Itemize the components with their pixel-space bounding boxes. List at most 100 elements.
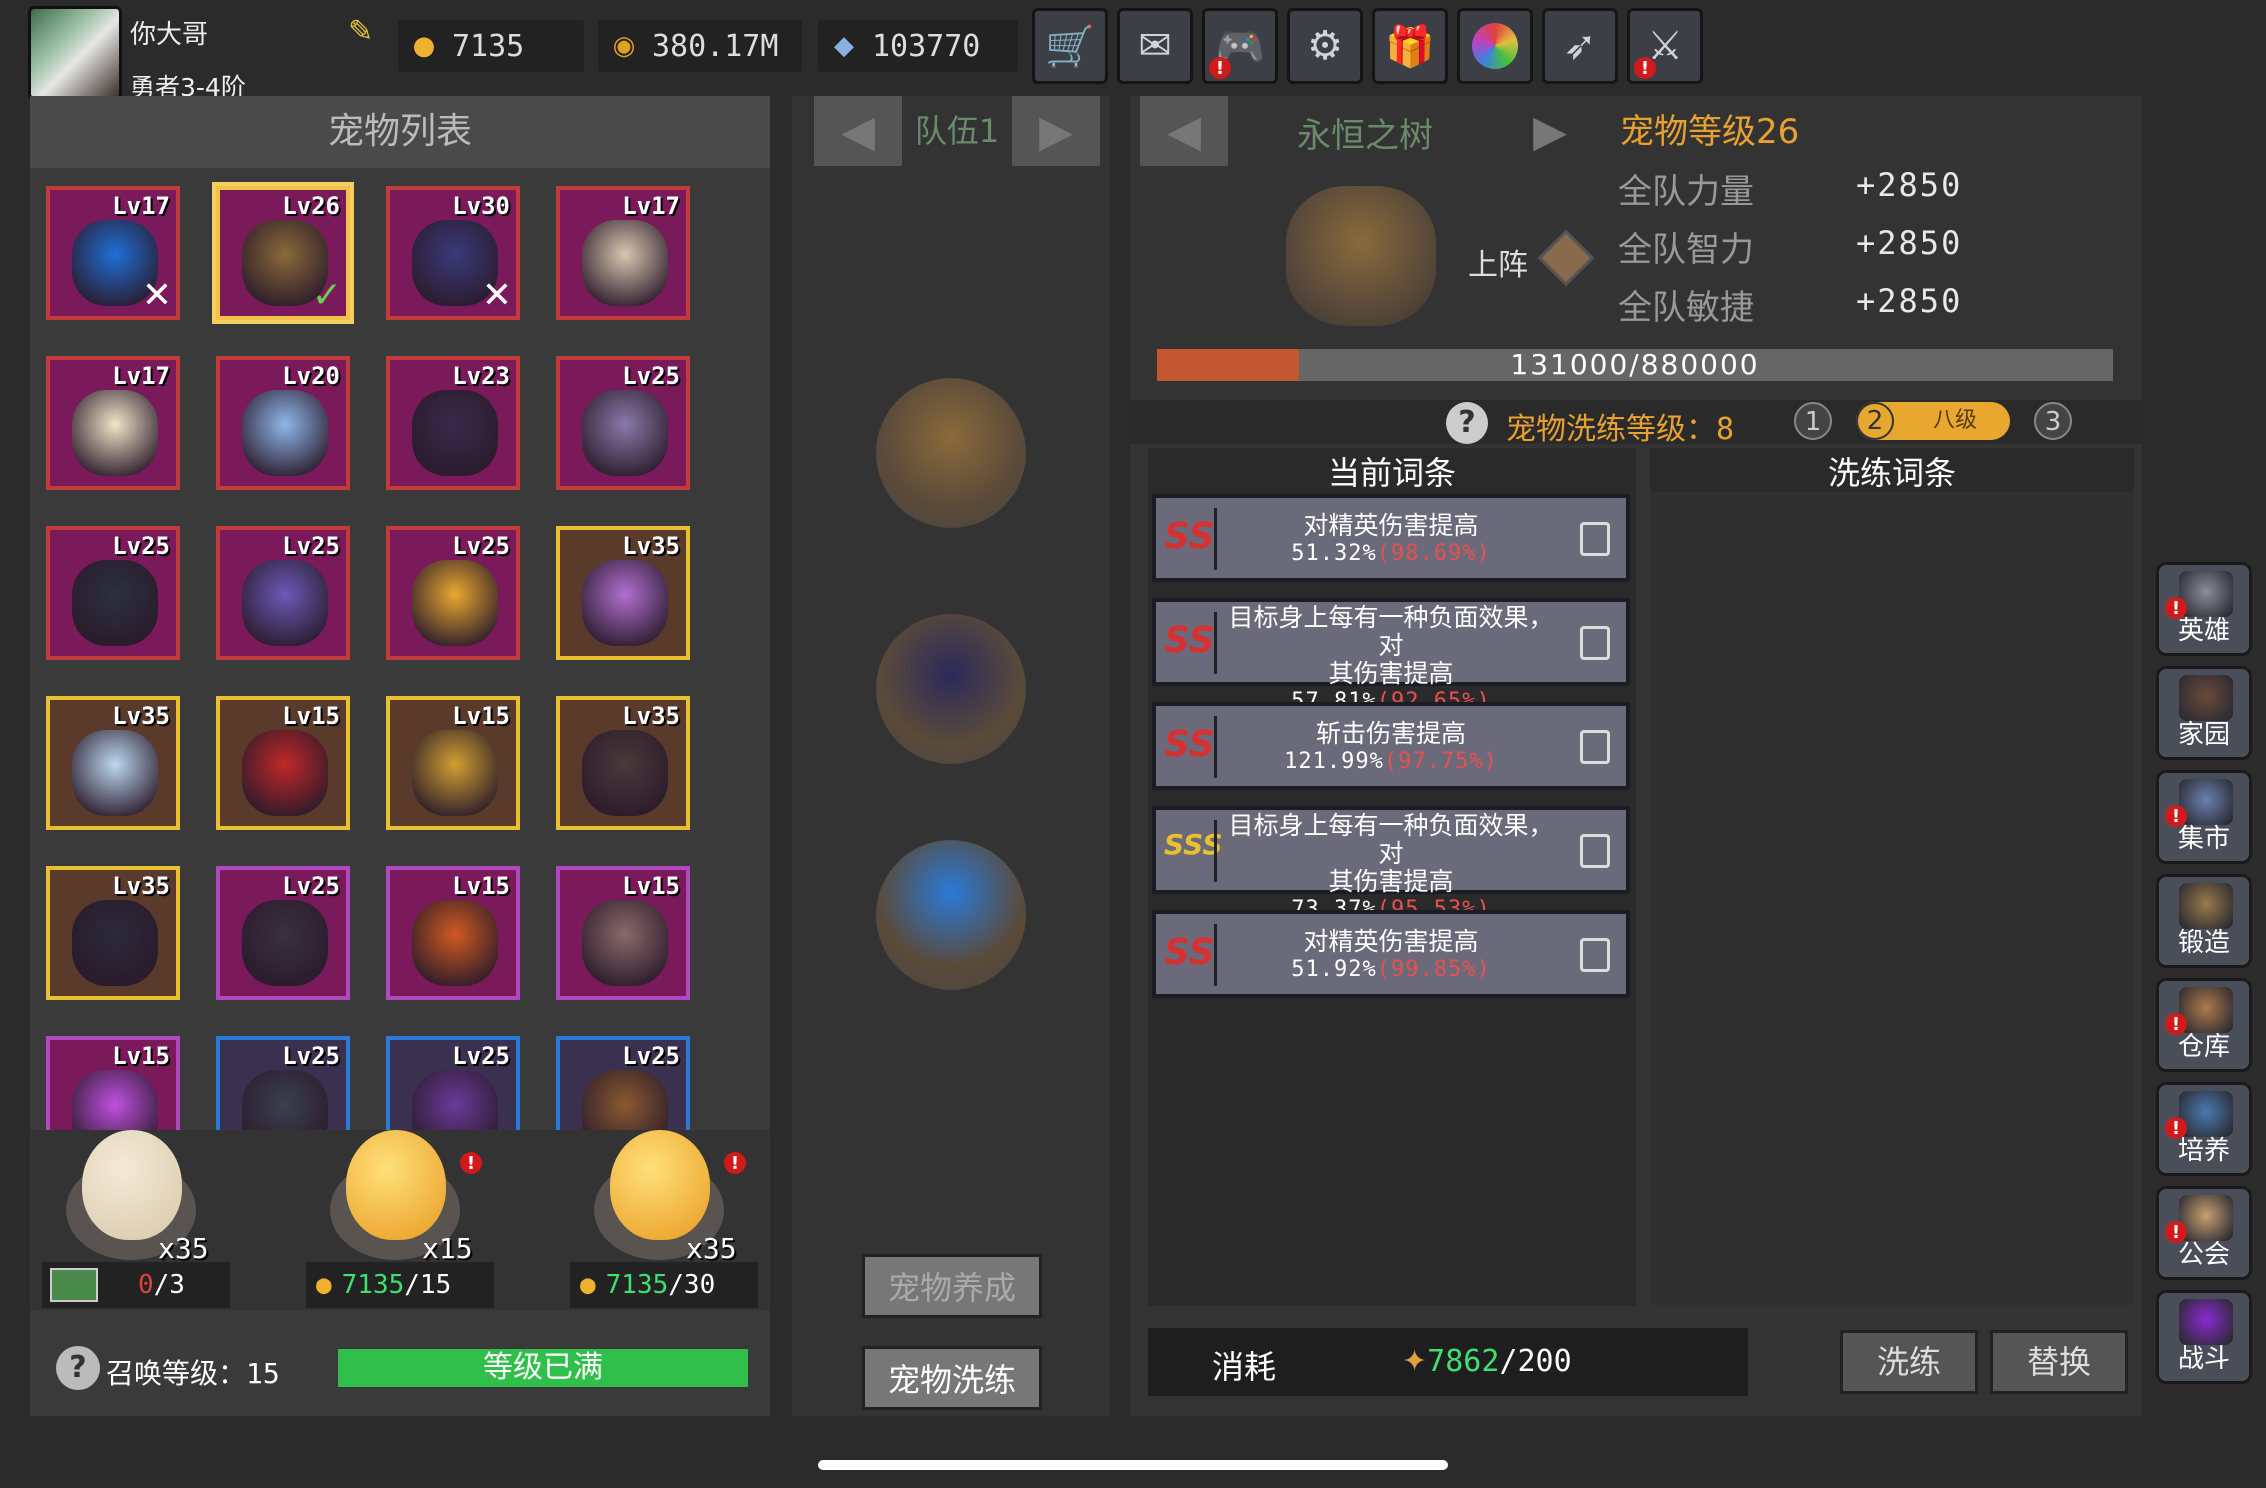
pet-card[interactable]: Lv17 [556, 186, 690, 320]
affix-row[interactable]: SS 斩击伤害提高 121.99%(97.75%) [1152, 702, 1630, 790]
refine-stone-icon: ✦ [1402, 1344, 1428, 1379]
pet-card[interactable]: Lv26 ✓ [216, 186, 350, 320]
checkmark-icon: ✓ [311, 275, 342, 316]
egg-cost-gold[interactable]: ● 7135/30 [570, 1262, 758, 1308]
pet-card[interactable]: Lv35 [46, 866, 180, 1000]
team-pet-slot-3[interactable] [876, 840, 1026, 990]
mail-button[interactable]: ✉ [1117, 8, 1193, 84]
replace-button[interactable]: 替换 [1990, 1330, 2128, 1394]
pet-card[interactable]: Lv25 [46, 526, 180, 660]
refine-button[interactable]: 洗练 [1840, 1330, 1978, 1394]
edit-name-icon[interactable]: ✎ [348, 14, 382, 49]
pet-card[interactable]: Lv25 [556, 1036, 690, 1132]
player-name: 你大哥 [130, 20, 209, 50]
home-indicator[interactable] [818, 1460, 1448, 1470]
pet-card[interactable]: Lv15 [216, 696, 350, 830]
wings-button[interactable]: ➶ [1542, 8, 1618, 84]
pet-level-label: Lv20 [282, 362, 340, 390]
settings-button[interactable]: ⚙ [1287, 8, 1363, 84]
gem-currency: ◆ 103770 [818, 20, 1018, 72]
unlock-icon[interactable] [1580, 730, 1610, 764]
side-menu-market[interactable]: ! 集市 [2156, 770, 2252, 864]
help-icon[interactable]: ? [1446, 402, 1488, 444]
stat-value: +2850 [1856, 166, 1963, 204]
stat-value: +2850 [1856, 282, 1963, 320]
next-pet-button[interactable]: ▶ [1506, 96, 1594, 166]
side-menu-anvil[interactable]: 锻造 [2156, 874, 2252, 968]
tier-2-active[interactable]: 2 八级 [1856, 402, 2010, 440]
pet-card[interactable]: Lv35 [556, 526, 690, 660]
unlock-icon[interactable] [1580, 834, 1610, 868]
pet-card[interactable]: Lv25 [386, 526, 520, 660]
pet-card[interactable]: Lv25 [386, 1036, 520, 1132]
egg-cost-gold[interactable]: ● 7135/15 [306, 1262, 494, 1308]
pet-card[interactable]: Lv25 [216, 866, 350, 1000]
egg-icon: ● [412, 31, 436, 61]
x-mark-icon: ✕ [141, 275, 172, 316]
pet-sprite [412, 560, 498, 646]
pet-refine-button[interactable]: 宠物洗练 [862, 1346, 1042, 1410]
arrow-left-icon: ◀ [841, 105, 875, 157]
gold-egg[interactable] [346, 1130, 446, 1240]
pet-card[interactable]: Lv15 [556, 866, 690, 1000]
pet-card[interactable]: Lv17 ✕ [46, 186, 180, 320]
basic-egg[interactable] [82, 1130, 182, 1240]
unlock-icon[interactable] [1580, 626, 1610, 660]
pet-card[interactable]: Lv35 [556, 696, 690, 830]
pet-card[interactable]: Lv20 [216, 356, 350, 490]
unlock-icon[interactable] [1580, 938, 1610, 972]
side-menu-guild[interactable]: ! 公会 [2156, 1186, 2252, 1280]
stat-value: +2850 [1856, 224, 1963, 262]
team-pet-slot-2[interactable] [876, 614, 1026, 764]
unlock-icon[interactable] [1580, 522, 1610, 556]
pet-sprite [242, 390, 328, 476]
side-menu-portal[interactable]: 战斗 [2156, 1290, 2252, 1384]
pet-card[interactable]: Lv25 [556, 356, 690, 490]
help-icon[interactable]: ? [56, 1346, 100, 1390]
pet-card[interactable]: Lv30 ✕ [386, 186, 520, 320]
side-menu-label: 仓库 [2177, 1032, 2230, 1062]
swords-button[interactable]: ⚔! [1627, 8, 1703, 84]
team-pet-slot-1[interactable] [876, 378, 1026, 528]
affix-row[interactable]: SS 目标身上每有一种负面效果，对其伤害提高57.81%(92.65%) [1152, 598, 1630, 714]
pet-card[interactable]: Lv25 [216, 526, 350, 660]
gamepad-button[interactable]: 🎮! [1202, 8, 1278, 84]
pet-sprite [412, 730, 498, 816]
side-menu-hero[interactable]: ! 英雄 [2156, 562, 2252, 656]
gold-egg[interactable] [610, 1130, 710, 1240]
affix-row[interactable]: SSS目标身上每有一种负面效果，对其伤害提高73.37%(95.53%) [1152, 806, 1630, 922]
pet-grid[interactable]: Lv17 ✕ Lv26 ✓ Lv30 ✕ Lv17 Lv17 Lv20 Lv23 Lv25 Lv25 L… [40, 180, 760, 1132]
pet-card[interactable]: Lv35 [46, 696, 180, 830]
tier-1[interactable]: 1 [1794, 402, 1832, 440]
pet-sprite [582, 390, 668, 476]
prev-pet-button[interactable]: ◀ [1140, 96, 1228, 166]
affix-row[interactable]: SS 对精英伤害提高 51.32%(98.69%) [1152, 494, 1630, 582]
side-menu-chest[interactable]: ! 仓库 [2156, 978, 2252, 1072]
tier-3[interactable]: 3 [2034, 402, 2072, 440]
pet-card[interactable]: Lv17 [46, 356, 180, 490]
pet-sprite [582, 900, 668, 986]
side-menu-castle[interactable]: 家园 [2156, 666, 2252, 760]
prev-team-button[interactable]: ◀ [814, 96, 902, 166]
player-avatar[interactable] [28, 6, 122, 100]
pet-card[interactable]: Lv15 [386, 696, 520, 830]
palette-button[interactable] [1457, 8, 1533, 84]
gift-button[interactable]: 🎁 [1372, 8, 1448, 84]
side-menu-trophy[interactable]: ! 培养 [2156, 1082, 2252, 1176]
egg-count: x35 [686, 1232, 737, 1265]
pet-level-label: Lv15 [622, 872, 680, 900]
pet-card[interactable]: Lv23 [386, 356, 520, 490]
pet-train-button[interactable]: 宠物养成 [862, 1254, 1042, 1318]
egg-cost-ad[interactable]: 0/3 [42, 1262, 230, 1308]
affix-desc: 目标身上每有一种负面效果，对其伤害提高73.37%(95.53%) [1228, 811, 1554, 923]
pet-level-label: Lv26 [282, 192, 340, 220]
pet-card[interactable]: Lv15 [46, 1036, 180, 1132]
arrow-right-icon: ▶ [1039, 105, 1073, 157]
shop-button[interactable]: 🛒 [1032, 8, 1108, 84]
pet-card[interactable]: Lv25 [216, 1036, 350, 1132]
team-label: 队伍1 [914, 112, 1000, 150]
affix-row[interactable]: SS 对精英伤害提高 51.92%(99.85%) [1152, 910, 1630, 998]
pet-card[interactable]: Lv15 [386, 866, 520, 1000]
pet-sprite [412, 1070, 498, 1132]
next-team-button[interactable]: ▶ [1012, 96, 1100, 166]
